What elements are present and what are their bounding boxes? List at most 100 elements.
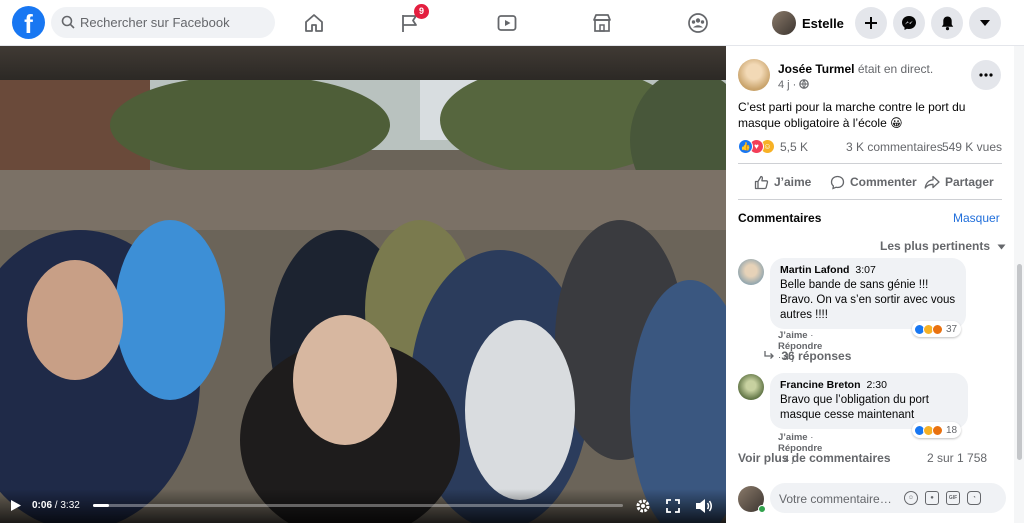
view-replies-link[interactable]: 36 réponses <box>764 349 852 363</box>
comment-reaction-count: 18 <box>946 424 958 436</box>
watch-icon <box>497 15 517 31</box>
video-controls: 0:06 / 3:32 <box>0 489 726 523</box>
post-time[interactable]: 4 j <box>778 79 790 91</box>
divider <box>738 163 1002 164</box>
sort-dropdown[interactable]: Les plus pertinents <box>880 239 1006 253</box>
profile-shortcut[interactable]: Estelle <box>772 9 844 37</box>
comment-button[interactable]: Commenter <box>830 174 917 190</box>
comment-video-time[interactable]: 3:07 <box>855 264 875 276</box>
groups-icon <box>688 13 708 33</box>
notifications-button[interactable] <box>931 7 963 39</box>
composer-tools: ☺ ● GIF ◔ <box>904 491 981 505</box>
comment-input-box[interactable]: Votre commentaire… ☺ ● GIF ◔ <box>770 483 1006 513</box>
play-icon[interactable] <box>10 499 22 512</box>
commenter-name[interactable]: Martin Lafond <box>780 264 849 276</box>
comments-pager: 2 sur 1 758 <box>927 451 988 465</box>
divider <box>738 199 1002 200</box>
like-icon <box>754 175 769 189</box>
nav-pages-button[interactable]: 9 <box>390 4 430 38</box>
messenger-button[interactable] <box>893 7 925 39</box>
emoji-icon[interactable]: ☺ <box>904 491 918 505</box>
search-bar[interactable]: Rechercher sur Facebook <box>51 7 275 38</box>
sticker-icon[interactable]: ◔ <box>967 491 981 505</box>
caret-down-icon <box>980 20 990 26</box>
view-more-comments-link[interactable]: Voir plus de commentaires <box>738 451 891 465</box>
comment-video-time[interactable]: 2:30 <box>867 379 887 391</box>
video-player[interactable]: 0:06 / 3:32 <box>0 46 726 523</box>
search-input[interactable]: Rechercher sur Facebook <box>80 15 230 30</box>
comment-like-link[interactable]: J’aime <box>778 432 808 443</box>
comment-text: Bravo que l’obligation du port masque ce… <box>780 394 929 421</box>
video-progress-fill <box>93 504 109 507</box>
more-icon <box>979 73 993 77</box>
profile-avatar <box>772 11 796 35</box>
video-time: 0:06 / 3:32 <box>32 500 80 511</box>
comment-icon <box>830 175 845 190</box>
nav-groups-button[interactable] <box>678 8 718 38</box>
notification-badge: 9 <box>414 4 429 19</box>
post-options-button[interactable] <box>971 60 1001 90</box>
comment-input[interactable]: Votre commentaire… <box>779 492 892 506</box>
video-frame <box>0 80 726 523</box>
share-icon <box>924 175 940 189</box>
reply-arrow-icon <box>764 351 774 359</box>
replies-count: 36 réponses <box>781 349 852 363</box>
commenter-header: Francine Breton 2:30 <box>780 378 958 393</box>
comment-reactions[interactable]: 18 <box>912 422 962 438</box>
comment-reactions[interactable]: 37 <box>912 321 962 337</box>
comment-bubble: Francine Breton 2:30 Bravo que l’obligati… <box>770 373 968 429</box>
commenter-avatar[interactable] <box>738 374 764 400</box>
settings-icon[interactable] <box>635 498 651 514</box>
post-author-line: Josée Turmel était en direct. <box>778 62 933 76</box>
hide-comments-link[interactable]: Masquer <box>953 211 1000 225</box>
reaction-summary: 👍 ♥ ☺ 5,5 K 3 K commentaires 549 K vues <box>738 139 1006 155</box>
volume-icon[interactable] <box>695 498 713 514</box>
comment-text: Belle bande de sans génie !!! Bravo. On … <box>780 279 956 321</box>
marketplace-icon <box>593 14 611 32</box>
bell-icon <box>941 16 953 31</box>
gif-icon[interactable]: GIF <box>946 491 960 505</box>
comment-reaction-count: 37 <box>946 323 958 335</box>
comments-title: Commentaires <box>738 211 822 225</box>
comment-bubble: Martin Lafond 3:07 Belle bande de sans gé… <box>770 258 966 329</box>
camera-icon[interactable]: ● <box>925 491 939 505</box>
post-text: C’est parti pour la marche contre le por… <box>738 100 966 130</box>
share-label: Partager <box>945 175 994 189</box>
angry-reaction-icon <box>932 424 943 436</box>
search-icon <box>61 15 75 29</box>
plus-icon <box>865 17 877 29</box>
duration: 3:32 <box>60 500 80 511</box>
caret-down-icon <box>997 244 1006 250</box>
current-time: 0:06 <box>32 500 53 511</box>
home-icon <box>305 14 323 32</box>
scrollbar-thumb[interactable] <box>1017 264 1022 460</box>
angry-reaction-icon <box>932 323 943 335</box>
post-side-panel: Josée Turmel était en direct. 4 j · C’es… <box>726 46 1014 523</box>
commenter-name[interactable]: Francine Breton <box>780 379 861 391</box>
commenter-header: Martin Lafond 3:07 <box>780 263 956 278</box>
video-top-band <box>0 46 726 80</box>
post-meta: 4 j · <box>778 79 810 91</box>
create-button[interactable] <box>855 7 887 39</box>
panel-scrollbar[interactable] <box>1014 46 1024 523</box>
nav-marketplace-button[interactable] <box>582 8 622 38</box>
view-count: 549 K vues <box>941 140 1002 154</box>
sort-label: Les plus pertinents <box>880 239 991 253</box>
top-navigation-bar: f Rechercher sur Facebook 9 Estelle <box>0 0 1024 46</box>
author-name[interactable]: Josée Turmel <box>778 62 854 76</box>
comment-like-link[interactable]: J’aime <box>778 330 808 341</box>
like-reaction-icon: 👍 <box>738 139 753 154</box>
live-status: était en direct. <box>857 62 934 76</box>
account-menu-button[interactable] <box>969 7 1001 39</box>
nav-home-button[interactable] <box>294 8 334 38</box>
online-status-dot <box>758 505 766 513</box>
share-button[interactable]: Partager <box>924 174 994 190</box>
nav-watch-button[interactable] <box>487 8 527 38</box>
author-avatar[interactable] <box>738 59 770 91</box>
reaction-count[interactable]: 5,5 K <box>780 140 808 154</box>
facebook-logo[interactable]: f <box>12 6 45 39</box>
commenter-avatar[interactable] <box>738 259 764 285</box>
like-button[interactable]: J’aime <box>754 174 811 190</box>
video-progress-bar[interactable] <box>93 504 623 507</box>
fullscreen-icon[interactable] <box>666 499 680 513</box>
